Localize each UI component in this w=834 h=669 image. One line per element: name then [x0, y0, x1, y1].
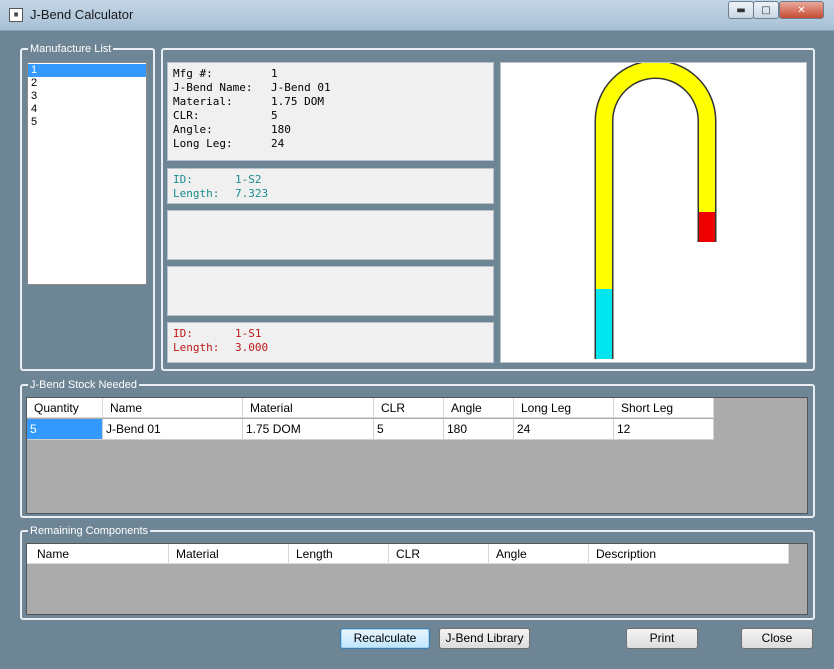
close-button[interactable]: Close: [741, 628, 813, 649]
detail-value: 1.75 DOM: [271, 95, 324, 108]
title-bar[interactable]: ▦ J-Bend Calculator ▬ □ ✕: [0, 0, 834, 31]
column-header-angle[interactable]: Angle: [444, 398, 514, 418]
segment-length-label: Length:: [173, 341, 220, 354]
table-cell[interactable]: 5: [374, 419, 444, 440]
calculator-icon: ▦: [9, 8, 23, 22]
stock-header-row: Quantity Name Material CLR Angle Long Le…: [27, 398, 714, 418]
list-item[interactable]: 3: [28, 90, 146, 103]
minimize-icon: ▬: [736, 5, 746, 16]
column-header-material[interactable]: Material: [169, 544, 289, 564]
table-cell[interactable]: 12: [614, 419, 714, 440]
column-header-length[interactable]: Length: [289, 544, 389, 564]
window-title: J-Bend Calculator: [30, 7, 134, 22]
minimize-button[interactable]: ▬: [728, 1, 754, 19]
detail-row: CLR: 5: [173, 109, 488, 123]
detail-value: 180: [271, 123, 291, 136]
stock-needed-grid[interactable]: Quantity Name Material CLR Angle Long Le…: [26, 397, 808, 514]
table-cell[interactable]: 24: [514, 419, 614, 440]
close-icon: ✕: [797, 5, 806, 16]
remaining-components-legend: Remaining Components: [28, 524, 151, 538]
segment-length-value: 3.000: [235, 341, 269, 354]
segment-empty-panel-2: [167, 266, 494, 316]
detail-row: Material: 1.75 DOM: [173, 95, 488, 109]
manufacture-listbox[interactable]: 1 2 3 4 5: [27, 62, 147, 285]
segment-id-label: ID:: [173, 327, 193, 340]
table-row[interactable]: 5 J-Bend 01 1.75 DOM 5 180 24 12: [27, 419, 714, 440]
segment-id-value: 1-S2: [235, 173, 262, 186]
jbend-details-panel: Mfg #: 1 J-Bend Name: J-Bend 01 Material: 1…: [167, 62, 494, 161]
table-cell[interactable]: J-Bend 01: [103, 419, 243, 440]
list-item[interactable]: 4: [28, 103, 146, 116]
column-header-clr[interactable]: CLR: [389, 544, 489, 564]
detail-label: Angle:: [173, 123, 213, 136]
detail-value: 1: [271, 67, 278, 80]
segment-s1-panel: ID: 1-S1 Length: 3.000: [167, 322, 494, 363]
column-header-name[interactable]: Name: [103, 398, 243, 418]
list-item[interactable]: 2: [28, 77, 146, 90]
print-button[interactable]: Print: [626, 628, 698, 649]
remaining-header-row: Name Material Length CLR Angle Descripti…: [27, 544, 789, 564]
column-header-description[interactable]: Description: [589, 544, 789, 564]
segment-length-label: Length:: [173, 187, 220, 200]
segment-id-value: 1-S1: [235, 327, 262, 340]
detail-label: CLR:: [173, 109, 200, 122]
detail-label: Material:: [173, 95, 233, 108]
jbend-drawing: [594, 60, 717, 359]
maximize-icon: □: [761, 5, 771, 16]
column-header-angle[interactable]: Angle: [489, 544, 589, 564]
detail-label: Long Leg:: [173, 137, 233, 150]
jbend-library-button[interactable]: J-Bend Library: [439, 628, 530, 649]
column-header-material[interactable]: Material: [243, 398, 374, 418]
close-window-button[interactable]: ✕: [779, 1, 824, 19]
table-cell[interactable]: 180: [444, 419, 514, 440]
segment-empty-panel-1: [167, 210, 494, 260]
table-cell[interactable]: 1.75 DOM: [243, 419, 374, 440]
column-header-name[interactable]: Name: [27, 544, 169, 564]
list-item[interactable]: 5: [28, 116, 146, 129]
long-leg-segment: [596, 289, 612, 359]
detail-row: Long Leg: 24: [173, 137, 488, 151]
manufacture-list-legend: Manufacture List: [28, 42, 114, 56]
column-header-clr[interactable]: CLR: [374, 398, 444, 418]
recalculate-button[interactable]: Recalculate: [340, 628, 430, 649]
remaining-components-grid[interactable]: Name Material Length CLR Angle Descripti…: [26, 543, 808, 615]
stock-needed-legend: J-Bend Stock Needed: [28, 378, 140, 392]
segment-s2-panel: ID: 1-S2 Length: 7.323: [167, 168, 494, 204]
jbend-tube: [596, 61, 715, 359]
detail-label: Mfg #:: [173, 67, 213, 80]
detail-value: 5: [271, 109, 278, 122]
detail-row: Angle: 180: [173, 123, 488, 137]
column-header-short-leg[interactable]: Short Leg: [614, 398, 714, 418]
maximize-button[interactable]: □: [753, 1, 779, 19]
detail-label: J-Bend Name:: [173, 81, 253, 94]
table-cell[interactable]: 5: [27, 419, 103, 440]
detail-row: J-Bend Name: J-Bend 01: [173, 81, 488, 95]
segment-length-value: 7.323: [235, 187, 269, 200]
jbend-preview-canvas: [500, 60, 807, 363]
short-leg-segment: [699, 212, 715, 242]
column-header-long-leg[interactable]: Long Leg: [514, 398, 614, 418]
jbend-tube-outline: [594, 60, 717, 359]
detail-value: J-Bend 01: [271, 81, 331, 94]
list-item[interactable]: 1: [28, 64, 146, 77]
column-header-quantity[interactable]: Quantity: [27, 398, 103, 418]
segment-id-label: ID:: [173, 173, 193, 186]
detail-value: 24: [271, 137, 285, 150]
detail-row: Mfg #: 1: [173, 67, 488, 81]
